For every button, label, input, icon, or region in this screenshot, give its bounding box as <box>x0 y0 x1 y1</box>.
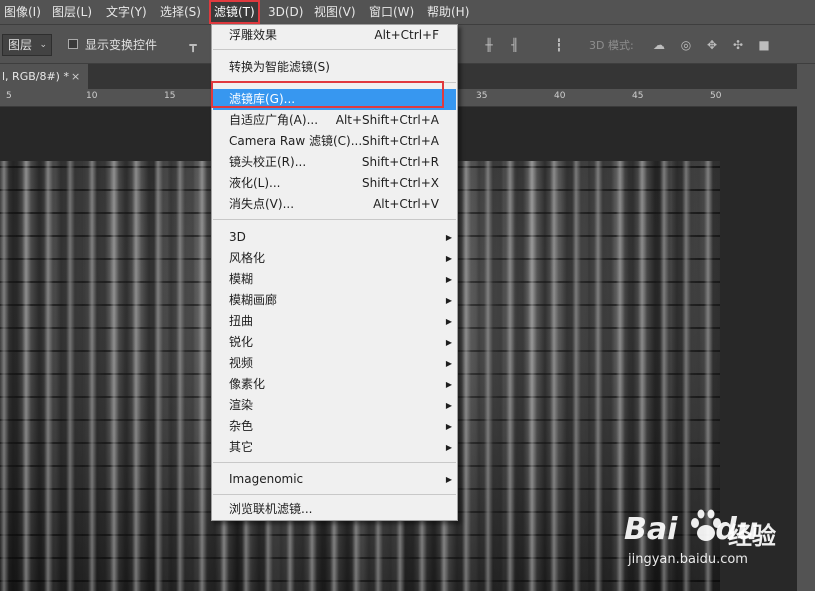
baidu-jingyan-watermark: Bai du 经验 jingyan.baidu.com <box>624 500 804 580</box>
distribute-hcenter-icon[interactable]: ╫ <box>482 37 496 53</box>
auto-align-icon[interactable]: ┇ <box>552 37 566 53</box>
submenu-arrow-icon: ▶ <box>445 380 452 389</box>
submenu-blur[interactable]: 模糊 ▶ <box>213 269 456 290</box>
menu-image[interactable]: 图像(I) <box>0 0 45 24</box>
submenu-imagenomic[interactable]: Imagenomic ▶ <box>213 469 456 490</box>
submenu-render[interactable]: 渲染 ▶ <box>213 395 456 416</box>
submenu-blur-gallery[interactable]: 模糊画廊 ▶ <box>213 290 456 311</box>
submenu-arrow-icon: ▶ <box>445 422 452 431</box>
show-transform-label: 显示变换控件 <box>85 38 158 52</box>
submenu-noise[interactable]: 杂色 ▶ <box>213 416 456 437</box>
menu-item-convert-smart-filters[interactable]: 转换为智能滤镜(S) <box>213 57 456 78</box>
ruler-label: 15 <box>164 91 176 101</box>
ruler-label: 40 <box>554 91 566 101</box>
distribute-right-icon[interactable]: ╢ <box>508 37 522 53</box>
roll-3d-icon[interactable]: ◎ <box>679 37 693 53</box>
ruler-label: 35 <box>476 91 488 101</box>
submenu-arrow-icon: ▶ <box>445 317 452 326</box>
submenu-arrow-icon: ▶ <box>445 359 452 368</box>
menu-separator <box>213 494 456 495</box>
menu-window[interactable]: 窗口(W) <box>365 0 418 24</box>
submenu-arrow-icon: ▶ <box>445 401 452 410</box>
submenu-stylize[interactable]: 风格化 ▶ <box>213 248 456 269</box>
submenu-distort[interactable]: 扭曲 ▶ <box>213 311 456 332</box>
menu-item-lens-correction[interactable]: 镜头校正(R)... Shift+Ctrl+R <box>213 152 456 173</box>
scale-3d-icon[interactable]: ■ <box>757 37 771 53</box>
ruler-label: 10 <box>86 91 98 101</box>
menu-item-liquify[interactable]: 液化(L)... Shift+Ctrl+X <box>213 173 456 194</box>
pan-3d-icon[interactable]: ✥ <box>705 37 719 53</box>
close-icon[interactable]: × <box>71 64 80 89</box>
menu-separator <box>213 462 456 463</box>
submenu-arrow-icon: ▶ <box>445 275 452 284</box>
orbit-3d-icon[interactable]: ☁ <box>652 37 666 53</box>
watermark-cn: 经验 <box>728 522 776 550</box>
submenu-3d[interactable]: 3D ▶ <box>213 227 456 248</box>
auto-select-value: 图层 <box>8 38 33 52</box>
document-tab[interactable]: l, RGB/8#) * × <box>0 64 88 89</box>
menu-3d[interactable]: 3D(D) <box>264 0 307 24</box>
auto-select-dropdown[interactable]: 图层 ⌄ <box>2 34 52 56</box>
menu-filter[interactable]: 滤镜(T) <box>209 0 260 24</box>
menu-item-camera-raw[interactable]: Camera Raw 滤镜(C)... Shift+Ctrl+A <box>213 131 456 152</box>
menu-layer[interactable]: 图层(L) <box>48 0 96 24</box>
menu-item-vanishing-point[interactable]: 消失点(V)... Alt+Ctrl+V <box>213 194 456 215</box>
menu-separator <box>213 82 456 83</box>
submenu-arrow-icon: ▶ <box>445 254 452 263</box>
watermark-url: jingyan.baidu.com <box>628 552 748 567</box>
submenu-arrow-icon: ▶ <box>445 338 452 347</box>
ruler-label: 5 <box>6 91 12 101</box>
menu-item-browse-filters-online[interactable]: 浏览联机滤镜... <box>213 499 456 520</box>
menu-item-emboss[interactable]: 浮雕效果 Alt+Ctrl+F <box>213 25 456 46</box>
chevron-down-icon: ⌄ <box>39 40 47 50</box>
filter-menu-dropdown: 浮雕效果 Alt+Ctrl+F 转换为智能滤镜(S) 滤镜库(G)... 自适应广… <box>211 24 458 521</box>
menu-bar: 图像(I) 图层(L) 文字(Y) 选择(S) 滤镜(T) 3D(D) 视图(V… <box>0 0 815 24</box>
align-top-icon[interactable]: ┳ <box>186 37 200 53</box>
ruler-label: 50 <box>710 91 722 101</box>
menu-view[interactable]: 视图(V) <box>310 0 360 24</box>
menu-select[interactable]: 选择(S) <box>156 0 205 24</box>
submenu-arrow-icon: ▶ <box>445 233 452 242</box>
submenu-pixelate[interactable]: 像素化 ▶ <box>213 374 456 395</box>
menu-type[interactable]: 文字(Y) <box>102 0 151 24</box>
ruler-label: 45 <box>632 91 644 101</box>
baidu-paw-icon <box>691 509 721 541</box>
submenu-arrow-icon: ▶ <box>445 443 452 452</box>
submenu-arrow-icon: ▶ <box>445 475 452 484</box>
menu-item-adaptive-wide-angle[interactable]: 自适应广角(A)... Alt+Shift+Ctrl+A <box>213 110 456 131</box>
menu-item-filter-gallery[interactable]: 滤镜库(G)... <box>213 89 456 110</box>
menu-help[interactable]: 帮助(H) <box>423 0 473 24</box>
document-tab-label: l, RGB/8#) * <box>2 70 69 83</box>
menu-separator <box>213 49 456 50</box>
submenu-other[interactable]: 其它 ▶ <box>213 437 456 458</box>
submenu-sharpen[interactable]: 锐化 ▶ <box>213 332 456 353</box>
slide-3d-icon[interactable]: ✣ <box>731 37 745 53</box>
mode-3d-label: 3D 模式: <box>589 39 634 52</box>
menu-separator <box>213 219 456 220</box>
show-transform-checkbox[interactable] <box>68 39 78 49</box>
submenu-video[interactable]: 视频 ▶ <box>213 353 456 374</box>
submenu-arrow-icon: ▶ <box>445 296 452 305</box>
